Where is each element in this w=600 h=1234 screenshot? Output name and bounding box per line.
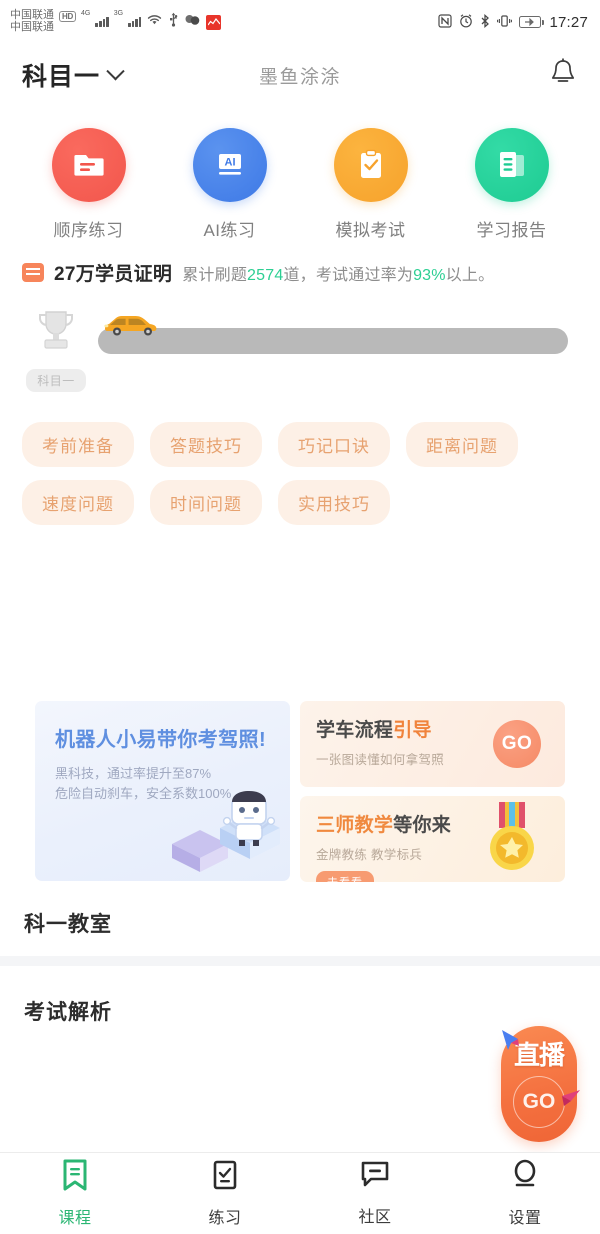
status-bar-clock: 17:27 <box>549 13 588 31</box>
stats-text-a: 累计刷题 <box>182 266 248 284</box>
trophy-subject-badge: 科目一 <box>26 369 86 392</box>
signal-bars-2-icon <box>128 17 142 27</box>
bottom-tab-bar: 课程 练习 社区 设置 <box>0 1152 600 1234</box>
weather-icon <box>184 13 201 31</box>
banner-three-teachers[interactable]: 三师教学等你来 金牌教练 教学标兵 去看看 <box>300 796 565 882</box>
status-bar-right: 17:27 <box>438 13 588 31</box>
banner-title: 机器人小易带你考驾照! <box>55 729 267 751</box>
medal-icon <box>481 800 543 882</box>
action-label: 学习报告 <box>476 221 547 240</box>
subject-selector[interactable]: 科目一 <box>22 57 125 93</box>
section-title-classroom: 科一教室 <box>24 913 112 936</box>
checklist-icon <box>211 1159 239 1196</box>
speech-bubble-icon <box>22 263 44 282</box>
banner-column-right: 学车流程引导 一张图读懂如何拿驾照 GO 三师教学等你来 金牌教练 教学标兵 去… <box>300 701 565 882</box>
banner-subtitle-line-1: 黑科技，通过率提升至87% <box>55 766 212 781</box>
subject-label: 科目一 <box>22 63 101 91</box>
trophy-block: 科目一 <box>20 306 92 392</box>
wifi-icon <box>146 13 163 31</box>
banner-title-part-a: 学车流程 <box>316 720 394 741</box>
quick-actions: 顺序练习 AI AI练习 模拟考试 学习报告 <box>0 106 600 245</box>
status-bar: 中国联通 中国联通 HD 4G 3G 17:27 <box>0 0 600 44</box>
go-button[interactable]: GO <box>493 720 541 768</box>
stats-text-c: 以上。 <box>445 266 495 284</box>
vibrate-icon <box>497 14 513 31</box>
ribbon-blue-icon <box>500 1028 528 1059</box>
person-icon <box>511 1159 539 1196</box>
tag-chip[interactable]: 时间问题 <box>150 480 262 525</box>
stock-app-icon <box>206 14 222 30</box>
notification-bell-icon[interactable] <box>548 57 578 94</box>
clipboard-check-icon <box>333 128 408 202</box>
banner-title-part-a: 三师教学 <box>316 815 394 836</box>
car-icon <box>102 310 168 345</box>
folder-icon <box>51 128 126 202</box>
stats-headline: 27万学员证明 <box>54 264 173 285</box>
status-bar-left: 中国联通 中国联通 HD 4G 3G <box>10 10 222 33</box>
usb-icon <box>168 12 179 32</box>
banner-title-part-b: 引导 <box>393 720 432 741</box>
stats-text-b: 道，考试通过率为 <box>283 266 414 284</box>
ai-card-icon: AI <box>192 128 267 202</box>
trophy-icon <box>32 306 80 363</box>
svg-text:AI: AI <box>224 156 235 168</box>
action-sequential-practice[interactable]: 顺序练习 <box>51 128 126 241</box>
tab-label: 设置 <box>508 1210 542 1227</box>
ribbon-pink-icon <box>556 1088 582 1117</box>
bookmark-icon <box>61 1159 89 1196</box>
robot-illustration <box>132 788 282 881</box>
tab-settings[interactable]: 设置 <box>450 1159 600 1228</box>
section-title-analysis: 考试解析 <box>24 1001 112 1024</box>
app-header: 科目一 墨鱼涂涂 <box>0 44 600 106</box>
stats-detail: 累计刷题2574道，考试通过率为93%以上。 <box>182 261 494 285</box>
tab-label: 社区 <box>358 1209 392 1226</box>
hd-badge: HD <box>59 11 76 23</box>
report-doc-icon <box>474 128 549 202</box>
network-type-1: 4G <box>80 10 91 18</box>
network-type-2: 3G <box>113 10 124 18</box>
progress-bar-wrap[interactable] <box>98 316 568 354</box>
banner-robot[interactable]: 机器人小易带你考驾照! 黑科技，通过率提升至87% 危险自动刹车，安全系数100… <box>35 701 290 881</box>
chat-bubble-icon <box>360 1160 390 1195</box>
action-study-report[interactable]: 学习报告 <box>474 128 549 241</box>
action-ai-practice[interactable]: AI AI练习 <box>192 128 267 241</box>
tag-chip[interactable]: 答题技巧 <box>150 422 262 467</box>
progress-bar-track <box>98 328 568 354</box>
tag-chip[interactable]: 实用技巧 <box>278 480 390 525</box>
tab-label: 练习 <box>208 1210 242 1227</box>
tab-practice[interactable]: 练习 <box>150 1159 300 1228</box>
tab-community[interactable]: 社区 <box>300 1160 450 1227</box>
banner-learn-process[interactable]: 学车流程引导 一张图读懂如何拿驾照 GO <box>300 701 565 787</box>
stats-strip: 27万学员证明 累计刷题2574道，考试通过率为93%以上。 <box>0 245 600 292</box>
action-label: 模拟考试 <box>335 221 406 240</box>
tag-chip[interactable]: 考前准备 <box>22 422 134 467</box>
action-mock-exam[interactable]: 模拟考试 <box>333 128 408 241</box>
tab-courses[interactable]: 课程 <box>0 1159 150 1228</box>
banner-title-part-b: 等你来 <box>393 815 452 836</box>
bluetooth-icon <box>480 13 490 31</box>
view-button[interactable]: 去看看 <box>316 871 374 882</box>
page-title: 墨鱼涂涂 <box>258 66 342 88</box>
nfc-icon <box>438 13 453 31</box>
stats-count: 2574 <box>247 266 284 284</box>
tab-label: 课程 <box>58 1210 92 1227</box>
tag-chip[interactable]: 速度问题 <box>22 480 134 525</box>
tag-chip[interactable]: 巧记口诀 <box>278 422 390 467</box>
action-label: 顺序练习 <box>53 221 124 240</box>
section-divider <box>0 956 600 966</box>
action-label: AI练习 <box>203 221 256 240</box>
battery-charging-icon <box>519 16 545 28</box>
tag-chip[interactable]: 距离问题 <box>406 422 518 467</box>
signal-bars-1-icon <box>95 17 109 27</box>
stats-rate: 93% <box>413 266 446 284</box>
carrier-label: 中国联通 中国联通 <box>10 10 54 33</box>
tag-list: 考前准备 答题技巧 巧记口诀 距离问题 速度问题 时间问题 实用技巧 <box>0 392 600 525</box>
chevron-down-icon <box>106 61 125 80</box>
banner-row: 机器人小易带你考驾照! 黑科技，通过率提升至87% 危险自动刹车，安全系数100… <box>0 701 600 882</box>
alarm-icon <box>459 13 473 31</box>
live-stream-float-button[interactable]: 直播 GO <box>498 1026 580 1150</box>
progress-section: 科目一 <box>0 292 600 392</box>
carrier-line-2: 中国联通 <box>10 21 54 33</box>
